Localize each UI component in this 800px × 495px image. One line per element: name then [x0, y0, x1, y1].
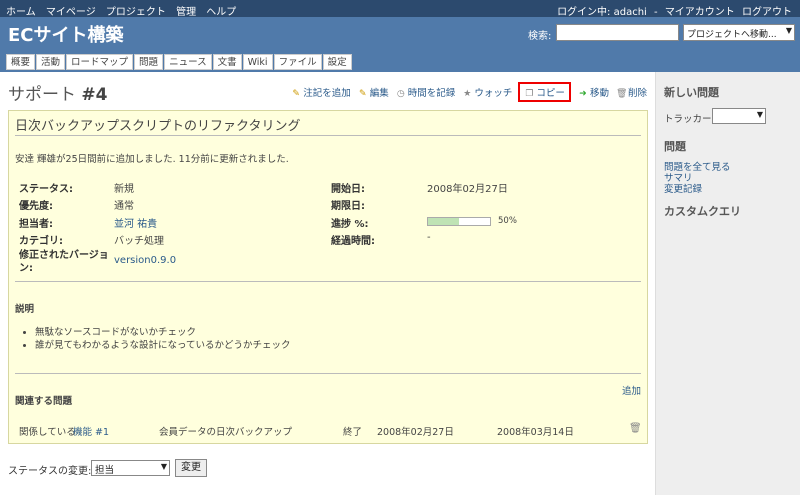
assignee-label: 担当者:: [19, 219, 53, 230]
sidebar: 新しい問題 トラッカー: ▼ 問題 問題を全て見る サマリ 変更記録 カスタムク…: [655, 72, 800, 495]
log-time-label: 時間を記録: [407, 88, 456, 99]
trash-icon: 🗑: [615, 89, 628, 99]
tab-activity[interactable]: 活動: [36, 54, 66, 70]
description-item: 誰が見てもわかるような設計になっているかどうかチェック: [35, 339, 291, 352]
chevron-down-icon: ▼: [785, 26, 792, 35]
related-issues-heading: 関連する問題: [15, 396, 73, 407]
tab-issues[interactable]: 問題: [134, 54, 164, 70]
watch-label: ウォッチ: [474, 88, 513, 99]
tab-overview[interactable]: 概要: [6, 54, 36, 70]
issue-author-line: 安達 輝雄が25日間前に追加しました. 11分前に更新されました.: [15, 154, 289, 165]
description-item: 無駄なソースコードがないかチェック: [35, 326, 291, 339]
related-issue-subject: 会員データの日次バックアップ: [159, 427, 293, 438]
status-change-button[interactable]: 変更: [175, 459, 207, 477]
log-time-button[interactable]: ◷ 時間を記録: [396, 85, 456, 99]
progress-label: 進捗 %:: [331, 219, 369, 230]
status-change-label: ステータスの変更:: [8, 466, 92, 477]
tab-files[interactable]: ファイル: [273, 54, 322, 70]
pencil-icon: ✎: [292, 89, 300, 99]
trash-icon[interactable]: 🗑: [629, 423, 642, 434]
tracker-label: トラッカー:: [664, 114, 715, 125]
project-jump-select[interactable]: プロジェクトへ移動... ▼: [683, 24, 795, 41]
divider: [15, 373, 641, 374]
project-title: ECサイト構築: [8, 25, 124, 46]
project-jump-value: プロジェクトへ移動...: [687, 30, 777, 40]
start-date-value: 2008年02月27日: [427, 184, 508, 195]
status-change-value: 担当: [95, 465, 115, 476]
top-menu-right: ログイン中: adachi - マイアカウント ログアウト: [553, 3, 792, 18]
custom-query-heading: カスタムクエリ: [664, 205, 741, 218]
tab-documents[interactable]: 文書: [212, 54, 242, 70]
main-content: サポート #4 ✎ 注記を追加 ✎ 編集 ◷ 時間を記録 ★ ウォッチ ❐ コピー ➜ 移動…: [0, 72, 655, 495]
issue-actions: ✎ 注記を追加 ✎ 編集 ◷ 時間を記録 ★ ウォッチ ❐ コピー ➜ 移動 🗑削除: [287, 82, 647, 102]
delete-label: 削除: [627, 88, 647, 99]
issue-number: #4: [81, 85, 108, 105]
tab-settings[interactable]: 設定: [322, 54, 352, 70]
status-value: 新規: [114, 184, 134, 195]
issue-tracker: サポート: [8, 85, 76, 105]
related-issue-link[interactable]: 機能 #1: [73, 424, 109, 438]
related-issue-start: 2008年02月27日: [377, 427, 454, 438]
delete-button[interactable]: 🗑削除: [616, 85, 647, 99]
project-header: ECサイト構築 検索: プロジェクトへ移動... ▼ 概要 活動 ロードマップ 問題ニ…: [0, 17, 800, 72]
due-date-label: 期限日:: [331, 201, 365, 212]
divider: [15, 135, 641, 136]
tab-wiki[interactable]: Wiki: [242, 54, 273, 70]
issue-heading: サポート #4: [8, 80, 107, 105]
spent-time-label: 経過時間:: [331, 236, 375, 247]
clock-icon: ◷: [396, 89, 405, 99]
tab-roadmap[interactable]: ロードマップ: [66, 54, 134, 70]
issue-subject: 日次バックアップスクリプトのリファクタリング: [15, 119, 301, 134]
edit-label: 編集: [369, 88, 389, 99]
description-heading: 説明: [15, 304, 35, 315]
watch-button[interactable]: ★ ウォッチ: [462, 85, 512, 99]
add-note-button[interactable]: ✎ 注記を追加: [291, 85, 351, 99]
top-menu-bar: ホーム マイページ プロジェクト 管理 ヘルプ ログイン中: adachi - …: [0, 0, 800, 18]
category-value: バッチ処理: [114, 236, 164, 247]
new-issue-heading[interactable]: 新しい問題: [664, 84, 719, 100]
fixed-version-value: version0.9.0: [114, 255, 176, 266]
move-button[interactable]: ➜ 移動: [578, 85, 609, 99]
version-link[interactable]: version0.9.0: [114, 255, 176, 266]
category-label: カテゴリ:: [19, 236, 63, 247]
star-icon: ★: [463, 89, 472, 99]
priority-value: 通常: [114, 201, 134, 212]
spent-time-value: -: [427, 232, 431, 243]
status-label: ステータス:: [19, 184, 73, 195]
chevron-down-icon: ▼: [756, 110, 763, 119]
edit-button[interactable]: ✎ 編集: [358, 85, 389, 99]
priority-label: 優先度:: [19, 201, 53, 212]
add-note-label: 注記を追加: [303, 88, 351, 99]
tracker-select[interactable]: ▼: [712, 108, 766, 124]
issue-details-box: 日次バックアップスクリプトのリファクタリング 安達 輝雄が25日間前に追加しまし…: [8, 110, 648, 444]
add-relation-link[interactable]: 追加: [622, 383, 641, 397]
progress-bar: [427, 217, 491, 226]
edit-icon: ✎: [358, 89, 367, 99]
related-issue-due: 2008年03月14日: [497, 427, 574, 438]
description-list: 無駄なソースコードがないかチェック 誰が見てもわかるような設計になっているかどう…: [35, 326, 291, 352]
issues-heading: 問題: [664, 140, 686, 153]
copy-label: コピー: [536, 88, 565, 99]
relation-type: 関係している: [19, 427, 76, 438]
status-change-select[interactable]: 担当 ▼: [91, 460, 170, 476]
move-label: 移動: [589, 88, 609, 99]
search-label: 検索:: [528, 31, 552, 42]
chevron-down-icon: ▼: [160, 462, 167, 471]
assignee-value: 並河 祐貴: [114, 215, 157, 230]
related-issue-status: 終了: [343, 427, 363, 438]
top-menu-left: ホーム マイページ プロジェクト 管理 ヘルプ: [6, 3, 243, 18]
copy-icon: ❐: [525, 89, 534, 99]
progress-bar-fill: [428, 218, 459, 225]
divider: [15, 281, 641, 282]
search-input[interactable]: [556, 24, 679, 41]
tab-news[interactable]: ニュース: [164, 54, 212, 70]
sidebar-link-changelog[interactable]: 変更記録: [664, 181, 702, 195]
assignee-link[interactable]: 並河 祐貴: [114, 219, 157, 230]
project-tabs: 概要 活動 ロードマップ 問題 ニュース 文書 Wiki ファイル 設定: [6, 54, 353, 70]
fixed-version-label: 修正されたバージョン:: [19, 250, 109, 274]
start-date-label: 開始日:: [331, 184, 365, 195]
copy-button[interactable]: ❐ コピー: [518, 82, 571, 102]
progress-percent: 50%: [498, 216, 517, 226]
move-icon: ➜: [579, 89, 587, 99]
